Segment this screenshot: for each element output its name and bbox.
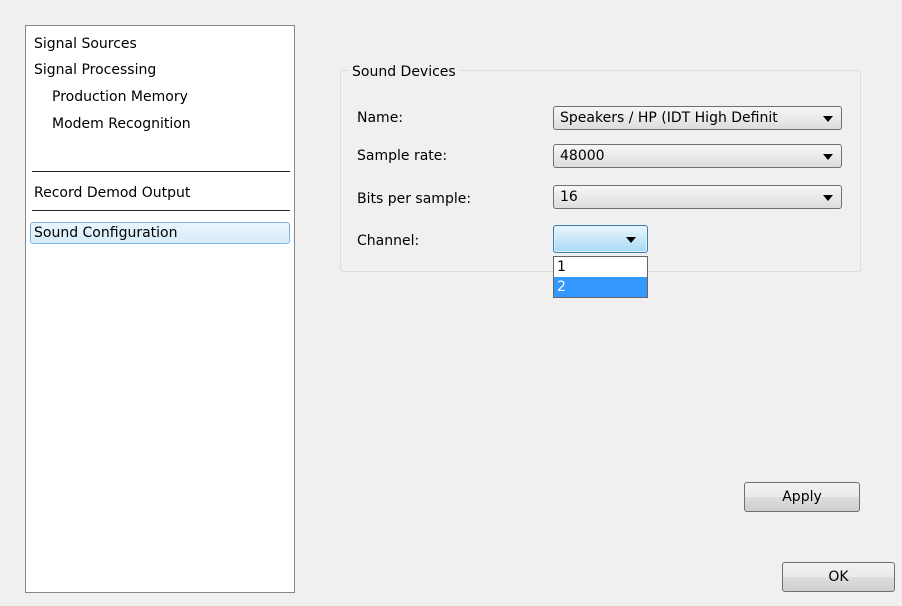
nav-item-signal-processing[interactable]: Signal Processing: [34, 60, 156, 80]
name-select[interactable]: Speakers / HP (IDT High Definit: [553, 106, 842, 130]
sample-rate-label: Sample rate:: [357, 148, 448, 164]
sound-devices-title: Sound Devices: [348, 63, 460, 81]
sample-rate-select[interactable]: 48000: [553, 144, 842, 168]
bits-per-sample-label: Bits per sample:: [357, 191, 472, 207]
channel-select[interactable]: [553, 225, 648, 253]
bits-per-sample-select-value: 16: [560, 189, 578, 205]
nav-divider: [32, 210, 290, 211]
apply-button[interactable]: Apply: [744, 482, 860, 512]
nav-item-modem-recognition[interactable]: Modem Recognition: [52, 114, 191, 134]
settings-nav-list: Signal Sources Signal Processing Product…: [25, 25, 295, 593]
nav-divider: [32, 171, 290, 172]
sample-rate-select-value: 48000: [560, 148, 605, 164]
bits-per-sample-select[interactable]: 16: [553, 185, 842, 209]
ok-button[interactable]: OK: [782, 562, 895, 592]
name-label: Name:: [357, 110, 404, 126]
channel-option-1[interactable]: 1: [554, 257, 647, 277]
channel-option-2[interactable]: 2: [554, 277, 647, 297]
channel-dropdown-list: 1 2: [553, 256, 648, 298]
chevron-down-icon: [626, 237, 636, 243]
chevron-down-icon: [823, 195, 833, 201]
channel-label: Channel:: [357, 233, 420, 249]
chevron-down-icon: [823, 154, 833, 160]
chevron-down-icon: [823, 116, 833, 122]
nav-item-signal-sources[interactable]: Signal Sources: [34, 34, 137, 54]
nav-item-record-demod-output[interactable]: Record Demod Output: [34, 183, 190, 203]
nav-item-production-memory[interactable]: Production Memory: [52, 87, 188, 107]
nav-item-sound-configuration[interactable]: Sound Configuration: [30, 222, 290, 244]
name-select-value: Speakers / HP (IDT High Definit: [560, 110, 778, 126]
